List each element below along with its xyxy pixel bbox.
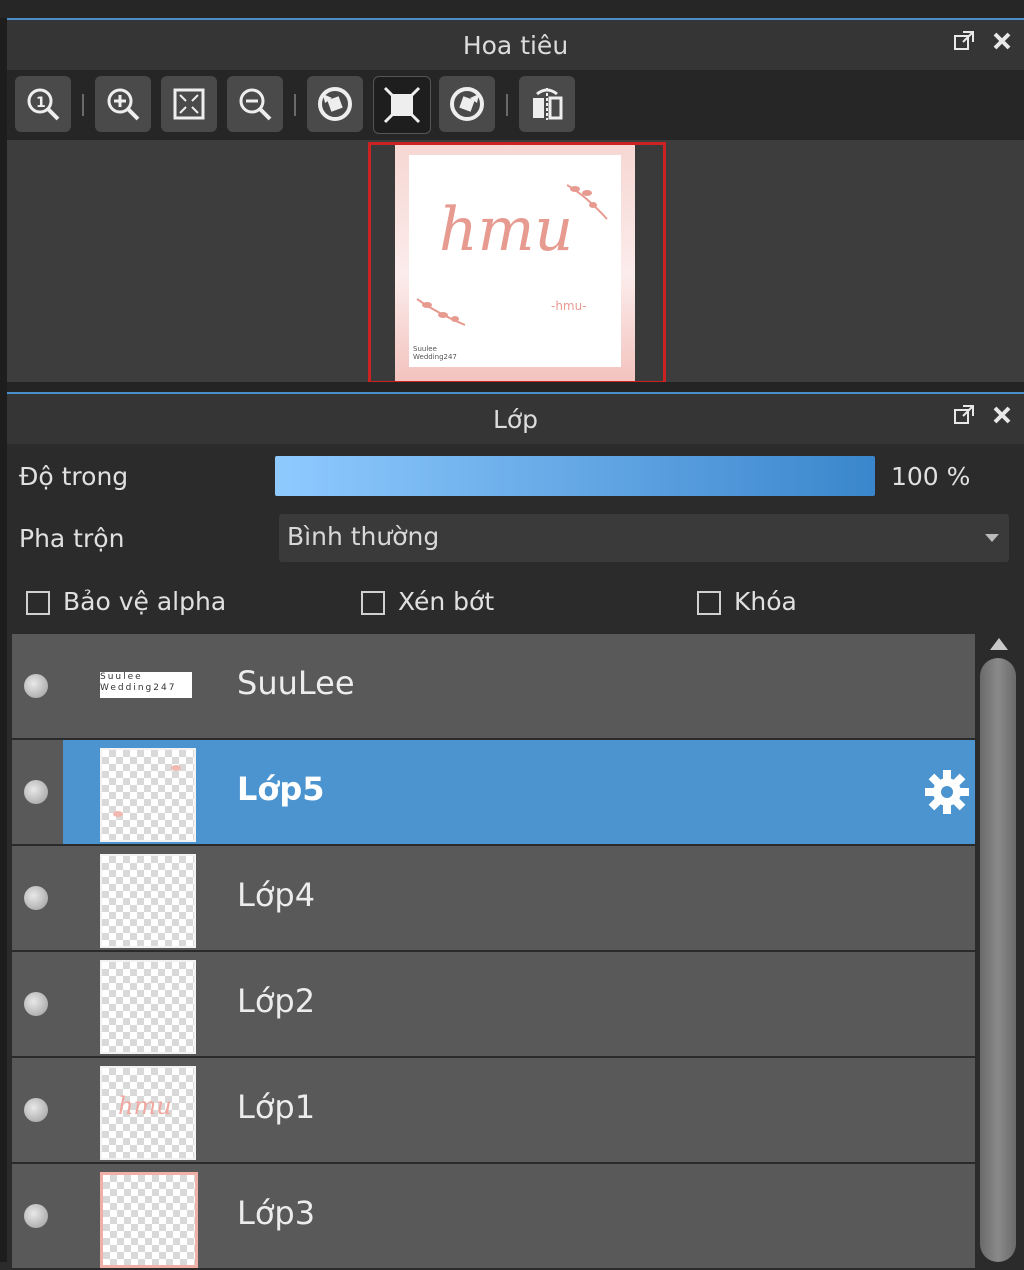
layer-thumbnail: hmu: [100, 1066, 196, 1160]
visibility-toggle-icon[interactable]: [24, 780, 48, 804]
flip-horizontal-icon[interactable]: [519, 76, 575, 132]
blend-mode-select[interactable]: Bình thường: [279, 514, 1009, 562]
layer-thumbnail: Suulee Wedding247: [100, 672, 192, 698]
layer-thumbnail: [100, 960, 196, 1054]
clipping-checkbox[interactable]: [361, 591, 385, 615]
preview-hmu-text: hmu: [439, 195, 574, 265]
zoom-out-icon[interactable]: [227, 76, 283, 132]
scrollbar-thumb[interactable]: [980, 658, 1016, 1262]
lock-checkbox[interactable]: [697, 591, 721, 615]
preview-small-text: -hmu-: [551, 299, 587, 313]
protect-alpha-label: Bảo vệ alpha: [63, 587, 227, 616]
layer-name: Lớp3: [237, 1194, 316, 1232]
navigator-view[interactable]: hmu -hmu- Suulee Wedding247: [7, 140, 1024, 384]
chevron-down-icon: [985, 534, 999, 542]
reset-view-icon[interactable]: [373, 76, 431, 134]
navigator-title: Hoa tiêu: [462, 30, 569, 60]
popout-icon[interactable]: [952, 404, 976, 428]
layers-title: Lớp: [492, 404, 539, 434]
layer-row[interactable]: Lớp3: [12, 1164, 975, 1270]
rotate-right-icon[interactable]: [439, 76, 495, 132]
visibility-toggle-icon[interactable]: [24, 886, 48, 910]
clipping-label: Xén bớt: [398, 587, 495, 616]
branch-icon: [416, 298, 466, 326]
preview-credit-2: Wedding247: [413, 353, 457, 361]
preview-frame[interactable]: hmu -hmu- Suulee Wedding247: [368, 142, 666, 384]
panel-divider: [7, 382, 1024, 394]
navigator-toolbar: 1: [7, 70, 1024, 140]
layer-scrollbar[interactable]: [975, 634, 1024, 1262]
close-icon[interactable]: [990, 30, 1014, 54]
opacity-label: Độ trong: [19, 462, 129, 491]
blend-mode-value: Bình thường: [287, 522, 440, 551]
layer-row[interactable]: Lớp2: [12, 952, 975, 1058]
visibility-toggle-icon[interactable]: [24, 1098, 48, 1122]
gear-icon[interactable]: [923, 768, 971, 816]
toolbar-separator: [294, 94, 296, 116]
layer-thumbnail: [100, 854, 196, 948]
scroll-up-icon[interactable]: [990, 638, 1008, 650]
close-icon[interactable]: [990, 404, 1014, 428]
layer-thumbnail: [100, 748, 196, 842]
preview-credit-1: Suulee: [413, 345, 437, 353]
layer-name: SuuLee: [237, 664, 355, 702]
thumb-hmu-text: hmu: [118, 1092, 172, 1120]
zoom-in-icon[interactable]: [95, 76, 151, 132]
blend-label: Pha trộn: [19, 524, 125, 553]
layer-name: Lớp1: [237, 1088, 316, 1126]
svg-text:1: 1: [36, 95, 46, 111]
branch-icon: [566, 184, 608, 220]
layer-thumbnail: [100, 1172, 198, 1268]
left-edge: [0, 18, 7, 1262]
opacity-slider[interactable]: [275, 456, 875, 496]
layer-row-gutter: [12, 740, 63, 846]
top-strip: [0, 0, 1024, 20]
toolbar-separator: [506, 94, 508, 116]
navigator-header: Hoa tiêu: [7, 20, 1024, 70]
visibility-toggle-icon[interactable]: [24, 1204, 48, 1228]
layer-list: Suulee Wedding247 SuuLee Lớp5 Lớp4 Lớp2 …: [12, 634, 975, 1270]
layer-row-selected[interactable]: Lớp5: [63, 740, 975, 846]
protect-alpha-checkbox[interactable]: [26, 591, 50, 615]
thumb-text-2: Wedding247: [100, 683, 177, 693]
layer-name: Lớp5: [237, 770, 325, 808]
layer-name: Lớp2: [237, 982, 316, 1020]
layer-row[interactable]: hmu Lớp1: [12, 1058, 975, 1164]
lock-label: Khóa: [734, 587, 797, 616]
layer-name: Lớp4: [237, 876, 316, 914]
thumb-text-1: Suulee: [100, 672, 143, 682]
layer-properties: Độ trong 100 % Pha trộn Bình thường Bảo …: [7, 444, 1024, 634]
rotate-left-icon[interactable]: [307, 76, 363, 132]
toolbar-separator: [82, 94, 84, 116]
canvas-preview: hmu -hmu- Suulee Wedding247: [395, 145, 635, 381]
visibility-toggle-icon[interactable]: [24, 992, 48, 1016]
popout-icon[interactable]: [952, 30, 976, 54]
layers-header: Lớp: [7, 394, 1024, 444]
opacity-value: 100 %: [891, 462, 971, 491]
layer-row[interactable]: Lớp4: [12, 846, 975, 952]
fit-screen-icon[interactable]: [161, 76, 217, 132]
visibility-toggle-icon[interactable]: [24, 674, 48, 698]
zoom-actual-icon[interactable]: 1: [15, 76, 71, 132]
layer-row[interactable]: Suulee Wedding247 SuuLee: [12, 634, 975, 740]
